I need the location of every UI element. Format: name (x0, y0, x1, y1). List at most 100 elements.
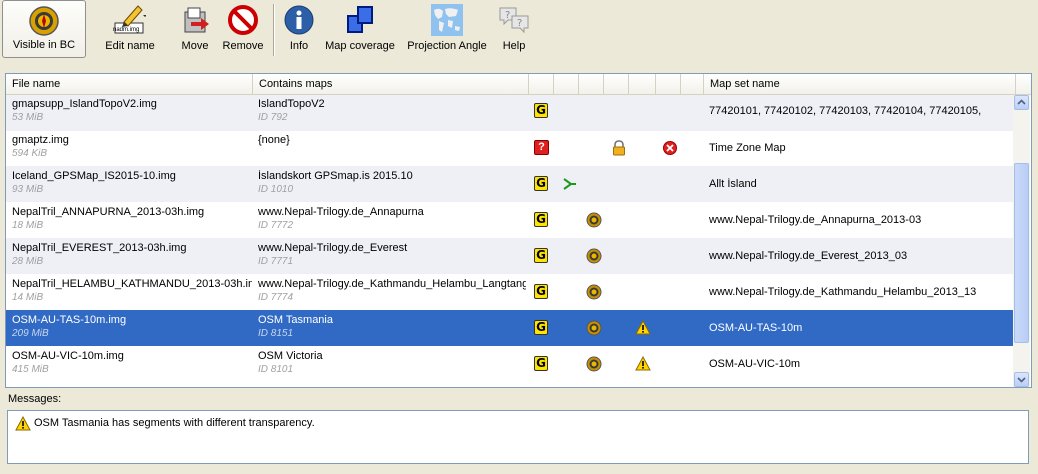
list-header: File name Contains maps Map set name (6, 74, 1031, 95)
contains-maps: Íslandskort GPSmap.is 2015.10 (258, 170, 413, 182)
messages-label: Messages: (8, 393, 62, 405)
remove-icon (228, 5, 258, 35)
basecamp-icon (586, 212, 602, 228)
table-row[interactable]: NepalTril_ANNAPURNA_2013-03h.img 18 MiB … (6, 202, 1013, 238)
file-size: 594 KiB (12, 148, 48, 159)
header-contains-maps[interactable]: Contains maps (253, 74, 529, 94)
scroll-thumb[interactable] (1014, 163, 1029, 343)
file-name: gmapsupp_IslandTopoV2.img (12, 98, 157, 110)
file-name: NepalTril_ANNAPURNA_2013-03h.img (12, 206, 205, 218)
map-set-name: www.Nepal-Trilogy.de_Kathmandu_Helambu_2… (709, 286, 977, 298)
map-set-name: OSM-AU-TAS-10m (709, 322, 803, 334)
edit-name-button[interactable]: nadm.img Edit name (96, 0, 164, 58)
table-row[interactable]: NepalTril_EVEREST_2013-03h.img 28 MiB ww… (6, 238, 1013, 274)
map-id: ID 7772 (258, 220, 294, 231)
garmin-map-icon: G (534, 103, 550, 119)
vertical-scrollbar[interactable] (1013, 95, 1030, 387)
table-row[interactable]: gmaptz.img 594 KiB {none} ? Time Zone Ma… (6, 130, 1013, 166)
header-error-column[interactable] (656, 74, 681, 94)
info-button[interactable]: Info (280, 0, 318, 58)
file-size: 209 MiB (12, 328, 49, 339)
table-row[interactable]: gmapsupp_IslandTopoV2.img 53 MiB IslandT… (6, 95, 1013, 131)
header-garmin-column[interactable] (529, 74, 554, 94)
garmin-map-icon: G (534, 248, 550, 264)
map-id: ID 792 (258, 112, 288, 123)
garmin-map-icon: G (534, 212, 550, 228)
contains-maps: OSM Tasmania (258, 314, 333, 326)
help-label: Help (502, 40, 526, 52)
visible-in-bc-label: Visible in BC (12, 39, 76, 51)
map-id: ID 7771 (258, 256, 294, 267)
map-id: ID 8151 (258, 328, 294, 339)
unknown-map-icon: ? (534, 140, 550, 156)
garmin-map-icon: G (534, 320, 550, 336)
map-file-list[interactable]: File name Contains maps Map set name gma… (5, 73, 1032, 388)
header-basecamp-column[interactable] (579, 74, 604, 94)
header-route-column[interactable] (554, 74, 579, 94)
garmin-map-icon: G (534, 176, 550, 192)
file-name: NepalTril_EVEREST_2013-03h.img (12, 242, 187, 254)
projection-angle-button[interactable]: Projection Angle (404, 0, 490, 58)
info-label: Info (289, 40, 309, 52)
file-size: 28 MiB (12, 256, 44, 267)
messages-box[interactable]: OSM Tasmania has segments with different… (7, 410, 1029, 464)
toolbar: Visible in BC nadm.img Edit name Move Re… (0, 0, 1038, 62)
basecamp-icon (586, 248, 602, 264)
basecamp-icon (586, 320, 602, 336)
file-size: 93 MiB (12, 184, 44, 195)
move-icon (184, 7, 209, 33)
world-map-icon (431, 4, 463, 36)
map-set-name: Time Zone Map (709, 142, 786, 154)
svg-text:?: ? (517, 18, 522, 29)
contains-maps: {none} (258, 134, 290, 146)
map-set-name: OSM-AU-VIC-10m (709, 358, 801, 370)
contains-maps: www.Nepal-Trilogy.de_Kathmandu_Helambu_L… (258, 278, 526, 290)
basecamp-icon (29, 6, 59, 36)
header-file-name[interactable]: File name (6, 74, 253, 94)
table-row[interactable]: NepalTril_HELAMBU_KATHMANDU_2013-03h.img… (6, 274, 1013, 310)
map-id: ID 8101 (258, 364, 294, 375)
table-row[interactable]: Iceland_GPSMap_IS2015-10.img 93 MiB Ísla… (6, 166, 1013, 202)
file-size: 14 MiB (12, 292, 44, 303)
move-button[interactable]: Move (172, 0, 218, 58)
help-button[interactable]: ? ? Help (496, 0, 532, 58)
info-icon (284, 5, 314, 35)
file-name: OSM-AU-VIC-10m.img (12, 350, 124, 362)
file-name: Iceland_GPSMap_IS2015-10.img (12, 170, 176, 182)
map-coverage-button[interactable]: Map coverage (323, 0, 397, 58)
map-set-name: Allt Ísland (709, 178, 757, 190)
file-size: 415 MiB (12, 364, 49, 375)
chevron-down-icon (1017, 377, 1026, 383)
map-set-name: www.Nepal-Trilogy.de_Everest_2013_03 (709, 250, 908, 262)
svg-text:?: ? (505, 10, 510, 21)
header-map-set-name[interactable]: Map set name (704, 74, 1016, 94)
routable-icon (563, 178, 576, 190)
header-warning-column[interactable] (629, 74, 656, 94)
garmin-map-icon: G (534, 284, 550, 300)
header-lock-column[interactable] (604, 74, 629, 94)
map-set-name: www.Nepal-Trilogy.de_Annapurna_2013-03 (709, 214, 922, 226)
help-icon: ? ? (499, 7, 529, 34)
scroll-up-button[interactable] (1014, 95, 1029, 110)
chevron-up-icon (1017, 99, 1026, 105)
remove-button[interactable]: Remove (220, 0, 266, 58)
header-extra-column[interactable] (681, 74, 704, 94)
edit-name-label: Edit name (105, 40, 155, 52)
scroll-down-button[interactable] (1014, 372, 1029, 387)
contains-maps: www.Nepal-Trilogy.de_Annapurna (258, 206, 424, 218)
table-row[interactable]: OSM-AU-VIC-10m.img 415 MiB OSM Victoria … (6, 346, 1013, 382)
file-size: 18 MiB (12, 220, 44, 231)
contains-maps: OSM Victoria (258, 350, 323, 362)
remove-label: Remove (222, 40, 264, 52)
basecamp-icon (586, 284, 602, 300)
warning-icon (15, 416, 31, 431)
map-coverage-icon (347, 6, 373, 33)
error-icon (663, 141, 677, 155)
file-name: OSM-AU-TAS-10m.img (12, 314, 127, 326)
map-set-name: 77420101, 77420102, 77420103, 77420104, … (709, 105, 982, 117)
visible-in-bc-button[interactable]: Visible in BC (2, 0, 86, 58)
message-text: OSM Tasmania has segments with different… (34, 417, 315, 429)
table-row-selected[interactable]: OSM-AU-TAS-10m.img 209 MiB OSM Tasmania … (6, 310, 1013, 346)
projection-angle-label: Projection Angle (407, 40, 487, 52)
file-name: gmaptz.img (12, 134, 69, 146)
